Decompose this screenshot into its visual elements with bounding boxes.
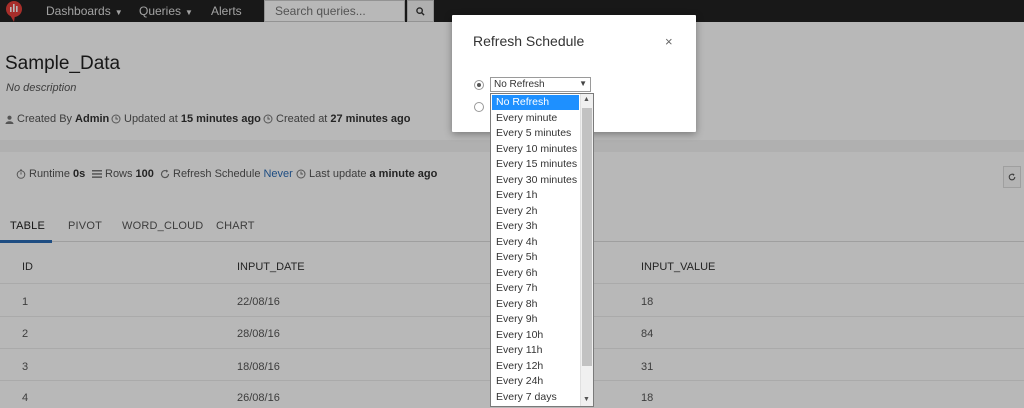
dropdown-option[interactable]: Every 8h (492, 297, 579, 312)
dropdown-option[interactable]: No Refresh (492, 95, 579, 110)
modal-title: Refresh Schedule (473, 33, 585, 49)
dropdown-option[interactable]: Every 15 minutes (492, 157, 579, 172)
dropdown-option[interactable]: Every 12h (492, 359, 579, 374)
scroll-up-arrow-icon[interactable]: ▲ (583, 96, 590, 103)
dropdown-option[interactable]: Every 7 days (492, 390, 579, 405)
dropdown-option[interactable]: Every 1h (492, 188, 579, 203)
dropdown-option[interactable]: Every 6h (492, 266, 579, 281)
dropdown-arrow-icon: ▼ (579, 79, 587, 88)
dropdown-option[interactable]: Every 11h (492, 343, 579, 358)
dropdown-option[interactable]: Every 30 minutes (492, 173, 579, 188)
close-icon[interactable]: × (665, 34, 673, 49)
dropdown-option[interactable]: Every 4h (492, 235, 579, 250)
scroll-down-arrow-icon[interactable]: ▼ (583, 396, 590, 403)
dropdown-option[interactable]: Every 2h (492, 204, 579, 219)
dropdown-scrollbar[interactable]: ▲ ▼ (580, 94, 593, 406)
dropdown-option[interactable]: Every minute (492, 111, 579, 126)
dropdown-option[interactable]: Every 9h (492, 312, 579, 327)
dropdown-option[interactable]: Every 7h (492, 281, 579, 296)
radio-interval[interactable] (474, 80, 484, 90)
radio-daily[interactable] (474, 102, 484, 112)
select-value: No Refresh (494, 79, 545, 90)
dropdown-option[interactable]: Every 10 minutes (492, 142, 579, 157)
scrollbar-thumb[interactable] (582, 108, 592, 366)
refresh-interval-select[interactable]: No Refresh ▼ (490, 77, 591, 92)
dropdown-option[interactable]: Every 24h (492, 374, 579, 389)
dropdown-option[interactable]: Every 5h (492, 250, 579, 265)
refresh-interval-options[interactable]: No Refresh Every minute Every 5 minutes … (490, 93, 594, 407)
dropdown-option[interactable]: Every 5 minutes (492, 126, 579, 141)
dropdown-option[interactable]: Every 10h (492, 328, 579, 343)
dropdown-option[interactable]: Every 3h (492, 219, 579, 234)
